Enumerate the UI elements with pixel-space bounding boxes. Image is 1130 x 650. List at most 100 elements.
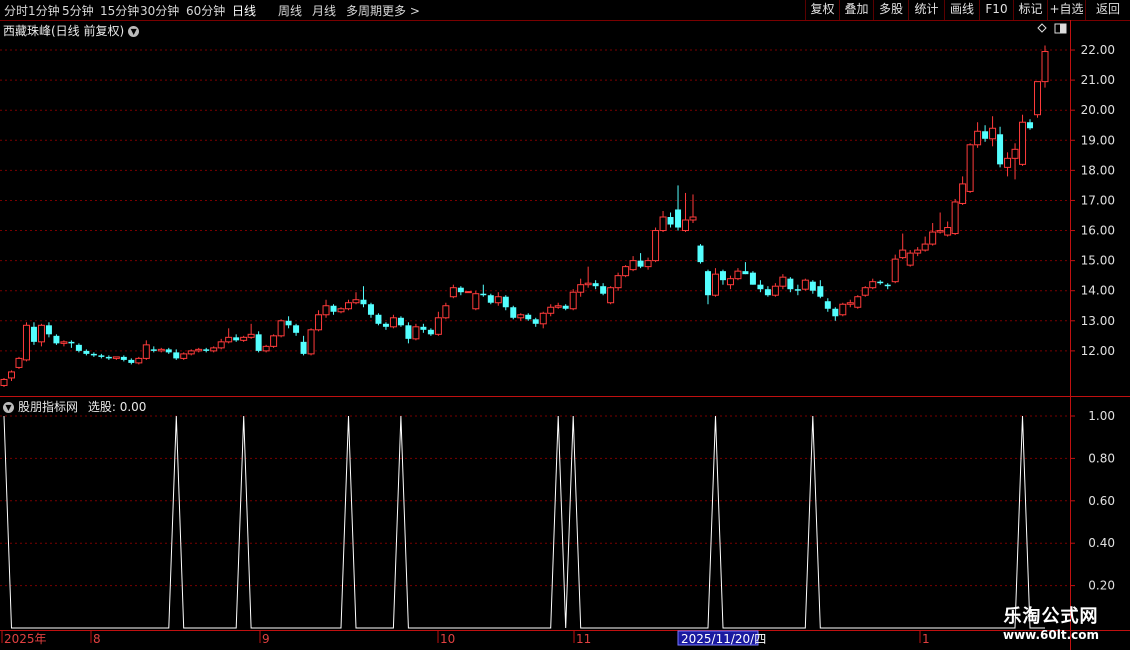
chevron-down-icon[interactable]: ▼ — [3, 402, 14, 413]
candle-body-up — [584, 282, 592, 286]
candle-body-up — [135, 357, 143, 364]
candle-body-down — [105, 356, 112, 359]
candle-body-down — [128, 359, 135, 363]
candle-body-up — [622, 266, 630, 277]
candle-body-up — [322, 305, 330, 316]
candle-body-down — [233, 337, 240, 341]
watermark-url: www.60lt.com — [1002, 628, 1100, 642]
candle-body-up — [944, 227, 952, 236]
candle-body-up — [1019, 121, 1027, 165]
indicator-title[interactable]: ▼ 股朋指标网 选股: 0.00 — [3, 398, 146, 415]
candle-body-up — [689, 216, 697, 221]
time-label: 1 — [922, 632, 930, 646]
candle-body-down — [285, 320, 292, 326]
candle-body-up — [412, 326, 420, 340]
price-label: 18.00 — [1081, 163, 1115, 177]
candle-body-up — [315, 314, 323, 331]
candle-body-down — [1027, 122, 1034, 129]
candle-body-up — [899, 249, 907, 259]
candle-body-down — [719, 271, 726, 281]
indicator-axis-label: 0.40 — [1088, 536, 1115, 550]
candle-body-up — [352, 299, 360, 304]
candle-body-down — [510, 307, 517, 318]
candle-body-up — [217, 341, 225, 349]
candle-body-up — [734, 270, 742, 280]
candle-body-up — [337, 308, 345, 313]
diamond-icon[interactable] — [1037, 23, 1047, 33]
right-margin — [1118, 22, 1130, 396]
candle-body-up — [277, 320, 285, 337]
candle-body-up — [861, 287, 869, 296]
candle-body-down — [997, 134, 1004, 165]
candle-body-down — [877, 281, 884, 284]
candle-body-down — [293, 325, 300, 333]
indicator-axis-label: 1.00 — [1088, 409, 1115, 423]
candle-body-up — [15, 357, 23, 368]
candle-body-down — [667, 217, 674, 225]
candle-body-down — [697, 245, 704, 263]
indicator-name: 股朋指标网 — [18, 400, 79, 414]
candle-body-up — [974, 130, 982, 146]
candle-body-down — [809, 281, 816, 291]
candle-body-up — [464, 291, 472, 294]
candle-body-up — [247, 333, 255, 338]
indicator-select-label: 选股: 0.00 — [87, 400, 147, 414]
candle-body-up — [270, 335, 278, 347]
chart-title[interactable]: 西藏珠峰(日线 前复权) ▼ — [3, 22, 140, 39]
candle-body-down — [397, 317, 404, 326]
candle-body-up — [607, 287, 615, 304]
candle-body-up — [1034, 81, 1042, 116]
candle-body-up — [262, 345, 270, 352]
candle-body-up — [577, 284, 585, 293]
candle-body-down — [382, 323, 389, 327]
candle-body-up — [210, 347, 218, 352]
candle-body-up — [659, 216, 667, 232]
price-label: 13.00 — [1081, 314, 1115, 328]
candle-body-down — [120, 356, 127, 360]
indicator-axis-label: 0.20 — [1088, 579, 1115, 593]
candle-body-down — [98, 355, 105, 357]
price-label: 22.00 — [1081, 43, 1115, 57]
candle-body-down — [817, 286, 824, 297]
candle-body-down — [592, 283, 599, 287]
candle-body-up — [951, 201, 959, 235]
candle-body-up — [629, 260, 637, 271]
price-label: 16.00 — [1081, 224, 1115, 238]
candle-body-up — [854, 296, 862, 308]
time-label: 2025年 — [4, 632, 47, 646]
candle-body-up — [180, 353, 188, 359]
watermark-name: 乐淘公式网 — [1003, 606, 1099, 627]
candle-body-up — [547, 306, 555, 314]
candle-body-up — [195, 348, 203, 352]
candle-body-down — [53, 335, 60, 344]
chevron-down-icon[interactable]: ▼ — [128, 26, 140, 37]
candle-body-down — [367, 304, 374, 315]
candle-body-down — [427, 329, 434, 335]
candle-body-up — [726, 278, 734, 286]
time-label: 9 — [262, 632, 270, 646]
candle-body-down — [525, 314, 532, 320]
candle-body-up — [914, 249, 922, 254]
time-label: 8 — [93, 632, 101, 646]
candle-body-down — [150, 349, 157, 351]
candle-body-up — [801, 279, 809, 290]
candle-body-up — [1011, 148, 1019, 159]
candle-body-up — [442, 305, 450, 319]
price-label: 17.00 — [1081, 193, 1115, 207]
candle-body-up — [771, 285, 779, 296]
candle-body-up — [869, 281, 877, 289]
candle-body-up — [1041, 51, 1049, 83]
candle-body-down — [675, 209, 682, 228]
candle-body-up — [891, 258, 899, 283]
indicator-line — [3, 415, 1045, 629]
candle-body-down — [68, 341, 75, 344]
candle-body-up — [614, 275, 622, 289]
candle-body-down — [420, 326, 427, 330]
candle-body-down — [375, 314, 382, 324]
candle-body-up — [1004, 157, 1012, 168]
candle-body-down — [704, 271, 711, 296]
site-watermark: 乐淘公式网 www.60lt.com — [990, 606, 1112, 648]
candle-body-up — [389, 317, 397, 328]
candle-body-down — [360, 299, 367, 305]
candle-body-up — [936, 230, 944, 233]
